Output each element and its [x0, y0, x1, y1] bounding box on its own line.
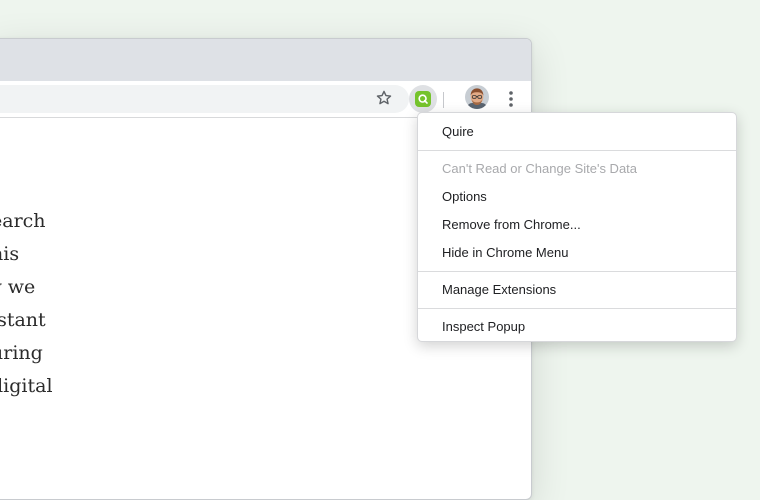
profile-avatar[interactable]: [465, 85, 489, 109]
menu-item-remove-from-chrome[interactable]: Remove from Chrome...: [418, 211, 736, 239]
quire-logo-icon: [415, 91, 431, 107]
menu-item-site-access: Can't Read or Change Site's Data: [442, 161, 638, 176]
kebab-menu-icon[interactable]: [503, 89, 519, 109]
address-bar[interactable]: [0, 85, 409, 113]
toolbar-separator: [443, 92, 444, 108]
star-icon[interactable]: [375, 89, 393, 107]
menu-item-inspect-popup[interactable]: Inspect Popup: [418, 313, 736, 341]
menu-item-hide-in-chrome-menu[interactable]: Hide in Chrome Menu: [418, 239, 736, 267]
extension-context-menu: Quire Can't Read or Change Site's Data O…: [417, 112, 737, 342]
page-text-line: digital: [0, 375, 53, 397]
menu-item-quire[interactable]: Quire: [418, 118, 736, 146]
menu-item-options[interactable]: Options: [418, 183, 736, 211]
quire-extension-icon[interactable]: [409, 85, 437, 113]
menu-separator: [418, 308, 736, 309]
menu-separator: [418, 150, 736, 151]
menu-item-manage-extensions[interactable]: Manage Extensions: [418, 276, 736, 304]
tab-strip: [0, 39, 531, 81]
menu-separator: [418, 271, 736, 272]
